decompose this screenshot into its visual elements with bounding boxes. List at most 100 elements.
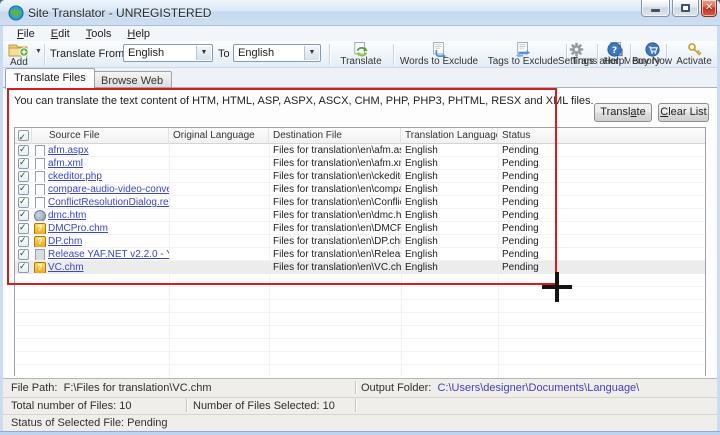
tab-browse-web[interactable]: Browse Web (92, 71, 172, 88)
translation-language-cell: English (401, 210, 498, 221)
row-checkbox[interactable] (18, 210, 29, 221)
help-button[interactable]: ? Help (600, 42, 628, 67)
status-cell: Pending (498, 249, 705, 260)
table-row[interactable]: ckeditor.php Files for translation\en\ck… (15, 170, 705, 183)
source-file-link[interactable]: DMCPro.chm (48, 223, 108, 234)
settings-button[interactable]: Settings (556, 42, 596, 67)
window-title: Site Translator - UNREGISTERED (28, 6, 211, 20)
source-file-link[interactable]: ckeditor.php (48, 171, 102, 182)
table-row[interactable]: dmc.htm Files for translation\en\dmc.htm… (15, 209, 705, 222)
table-row[interactable]: Release YAF.NET v2.2.0 - YAFNET... Files… (15, 248, 705, 261)
file-type-icon (34, 236, 45, 247)
window-border-bottom (0, 431, 720, 435)
activate-button[interactable]: Activate (673, 42, 715, 67)
table-header[interactable]: Source File Original Language Destinatio… (15, 128, 705, 144)
help-icon: ? (607, 42, 622, 57)
app-icon (8, 5, 24, 21)
status-cell: Pending (498, 197, 705, 208)
menu-tools[interactable]: Tools (78, 28, 120, 40)
destination-file-cell: Files for translation\en\DP.chm (269, 236, 401, 247)
table-row[interactable]: afm.aspx Files for translation\en\afm.as… (15, 144, 705, 157)
header-checkbox[interactable] (18, 130, 29, 141)
destination-file-cell: Files for translation\en\Release Y... (269, 249, 401, 260)
source-file-link[interactable]: afm.aspx (48, 145, 89, 156)
menu-help[interactable]: Help (119, 28, 158, 40)
translation-language-cell: English (401, 184, 498, 195)
table-row[interactable]: DMCPro.chm Files for translation\en\DMCP… (15, 222, 705, 235)
table-row[interactable]: afm.xml Files for translation\en\afm.xml… (15, 157, 705, 170)
row-checkbox[interactable] (18, 236, 29, 247)
source-file-link[interactable]: VC.chm (48, 262, 84, 273)
row-checkbox[interactable] (18, 184, 29, 195)
window-border-left (0, 26, 3, 431)
row-checkbox[interactable] (18, 145, 29, 156)
destination-file-cell: Files for translation\en\afm.aspx (269, 145, 401, 156)
row-checkbox[interactable] (18, 171, 29, 182)
translation-language-cell: English (401, 158, 498, 169)
files-selected-panel: Number of Files Selected: 10 (193, 400, 335, 412)
clear-list-button[interactable]: Clear List (658, 103, 709, 122)
row-checkbox[interactable] (18, 197, 29, 208)
status-cell: Pending (498, 171, 705, 182)
table-row[interactable]: VC.chm Files for translation\en\VC.chm E… (15, 261, 705, 274)
total-files-panel: Total number of Files: 10 (11, 400, 131, 412)
selected-file-status-panel: Status of Selected File: Pending (11, 417, 168, 429)
output-folder-panel: Output Folder: C:\Users\designer\Documen… (361, 382, 639, 394)
file-path-panel: File Path: F:\Files for translation\VC.c… (11, 382, 212, 394)
tab-translate-files[interactable]: Translate Files (5, 68, 95, 89)
status-cell: Pending (498, 262, 705, 273)
output-folder-path: C:\Users\designer\Documents\Language\ (437, 382, 639, 394)
row-checkbox[interactable] (18, 223, 29, 234)
svg-text:?: ? (611, 45, 616, 56)
menu-edit[interactable]: Edit (43, 28, 78, 40)
translation-language-cell: English (401, 223, 498, 234)
statusbar-separator (355, 399, 356, 412)
destination-file-cell: Files for translation\en\afm.xml (269, 158, 401, 169)
maximize-button[interactable] (672, 0, 699, 17)
source-file-link[interactable]: DP.chm (48, 236, 82, 247)
row-checkbox[interactable] (18, 158, 29, 169)
status-cell: Pending (498, 223, 705, 234)
close-icon: ✕ (705, 2, 713, 13)
file-type-icon (34, 171, 45, 182)
minimize-button[interactable] (641, 0, 670, 17)
translation-language-cell: English (401, 236, 498, 247)
source-file-link[interactable]: dmc.htm (48, 210, 86, 221)
header-destination-file[interactable]: Destination File (269, 128, 401, 144)
title-bar[interactable]: Site Translator - UNREGISTERED ✕ (0, 0, 720, 26)
row-checkbox[interactable] (18, 262, 29, 273)
tab-strip: Translate Files Browse Web (3, 68, 717, 88)
menu-file[interactable]: File (9, 28, 43, 40)
source-file-link[interactable]: compare-audio-video-converters.as... (48, 184, 169, 195)
translation-language-cell: English (401, 262, 498, 273)
settings-gear-icon (569, 42, 584, 57)
file-type-icon (34, 158, 45, 169)
row-checkbox[interactable] (18, 249, 29, 260)
toolbar-separator (597, 44, 598, 65)
statusbar-separator (186, 399, 187, 412)
info-text: You can translate the text content of HT… (14, 95, 594, 107)
header-status[interactable]: Status (498, 128, 705, 144)
source-file-link[interactable]: ConflictResolutionDialog.resx (48, 197, 169, 208)
header-original-language[interactable]: Original Language (169, 128, 269, 144)
file-type-icon (34, 145, 45, 156)
header-source-file[interactable]: Source File (32, 128, 169, 144)
status-cell: Pending (498, 236, 705, 247)
file-type-icon (34, 223, 45, 234)
source-file-link[interactable]: Release YAF.NET v2.2.0 - YAFNET... (48, 249, 169, 260)
table-row[interactable]: ConflictResolutionDialog.resx Files for … (15, 196, 705, 209)
header-translation-language[interactable]: Translation Language (401, 128, 498, 144)
destination-file-cell: Files for translation\en\ConflictRe... (269, 197, 401, 208)
source-file-link[interactable]: afm.xml (48, 158, 83, 169)
buy-now-button[interactable]: Buy Now (632, 42, 672, 67)
close-button[interactable]: ✕ (701, 0, 717, 17)
table-row[interactable]: compare-audio-video-converters.as... Fil… (15, 183, 705, 196)
table-row[interactable]: DP.chm Files for translation\en\DP.chm E… (15, 235, 705, 248)
destination-file-cell: Files for translation\en\DMCPro.c... (269, 223, 401, 234)
file-type-icon (34, 197, 45, 208)
destination-file-cell: Files for translation\en\dmc.htm (269, 210, 401, 221)
file-type-icon (34, 262, 45, 273)
translate-button[interactable]: Translate (594, 103, 652, 122)
minimize-icon (651, 9, 660, 12)
destination-file-cell: Files for translation\en\VC.chm (269, 262, 401, 273)
